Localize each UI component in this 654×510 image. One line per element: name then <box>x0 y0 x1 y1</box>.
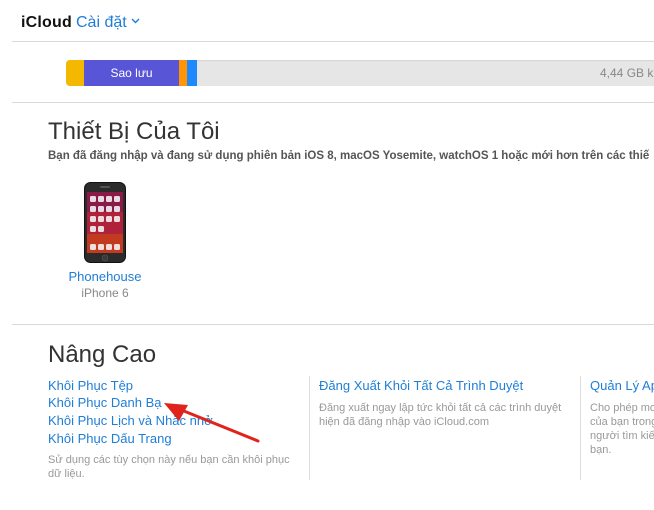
signout-all-browsers-link[interactable]: Đăng Xuất Khỏi Tất Cả Trình Duyệt <box>319 378 523 393</box>
restore-contacts-link[interactable]: Khôi Phục Danh Bạ <box>48 395 161 410</box>
manage-note-line-4: bạn. <box>590 444 612 456</box>
storage-backup-label: Sao lưu <box>110 66 153 80</box>
header-divider <box>12 41 654 42</box>
storage-segment-backup: Sao lưu <box>84 60 179 86</box>
app-header: iCloud Cài đặt <box>0 0 654 42</box>
advanced-section-title: Nâng Cao <box>48 341 157 368</box>
manage-note-line-2: của bạn trong <box>590 416 654 428</box>
manage-note-line-1: Cho phép mo <box>590 402 654 414</box>
signout-note: Đăng xuất ngay lập tức khỏi tất cả các t… <box>319 401 561 429</box>
column-divider-1 <box>309 376 310 480</box>
restore-files-link[interactable]: Khôi Phục Tệp <box>48 378 133 393</box>
restore-note-line-1: Sử dụng các tùy chọn này nếu bạn cần khô… <box>48 454 290 466</box>
devices-section-title: Thiết Bị Của Tôi <box>48 118 220 145</box>
iphone-icon <box>84 182 126 263</box>
signout-note-line-2: hiện đã đăng nhập vào iCloud.com <box>319 416 490 428</box>
restore-note-line-2: dữ liệu. <box>48 468 85 480</box>
manage-apps-link[interactable]: Quản Lý Ap <box>590 378 654 393</box>
restore-note: Sử dụng các tùy chọn này nếu bạn cần khô… <box>48 453 290 481</box>
storage-segment-3 <box>179 60 187 86</box>
storage-segment-4 <box>187 60 197 86</box>
manage-note: Cho phép mo của bạn trong người tìm kiế … <box>590 401 654 457</box>
device-model: iPhone 6 <box>81 286 129 300</box>
storage-segment-1 <box>66 60 84 86</box>
storage-divider <box>12 102 654 103</box>
settings-menu-label: Cài đặt <box>76 14 127 31</box>
devices-description: Bạn đã đăng nhập và đang sử dụng phiên b… <box>48 150 650 162</box>
annotation-arrow-icon <box>164 403 260 443</box>
storage-summary: 4,44 GB k <box>600 66 654 80</box>
app-title: iCloud <box>21 14 72 31</box>
chevron-down-icon <box>131 18 140 24</box>
signout-note-line-1: Đăng xuất ngay lập tức khỏi tất cả các t… <box>319 402 562 414</box>
storage-bar: Sao lưu <box>66 60 654 86</box>
settings-menu[interactable]: Cài đặt <box>76 14 140 32</box>
manage-note-line-3: người tìm kiế <box>590 430 654 442</box>
device-name[interactable]: Phonehouse <box>57 269 153 284</box>
column-divider-2 <box>580 376 581 480</box>
devices-divider <box>12 324 654 325</box>
